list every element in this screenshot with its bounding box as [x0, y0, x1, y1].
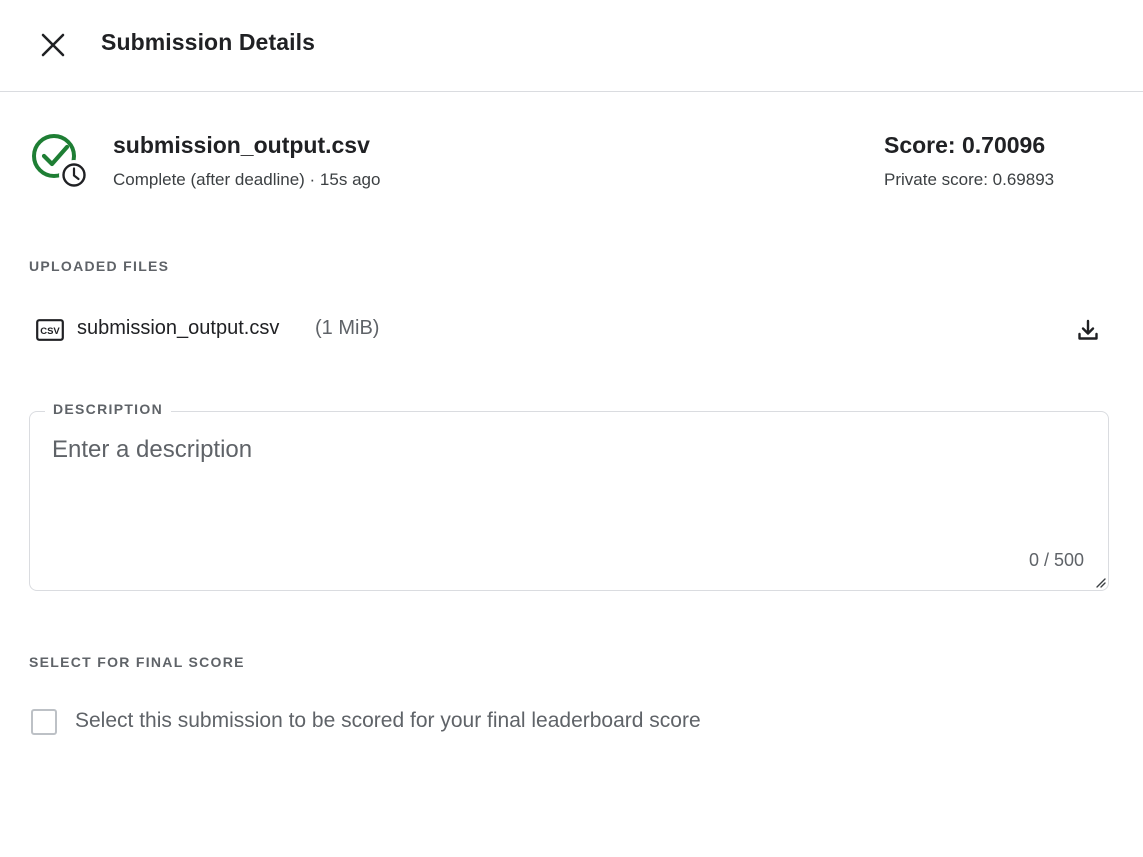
uploaded-files-label: UPLOADED FILES [29, 258, 170, 274]
public-score: Score: 0.70096 [884, 132, 1046, 158]
uploaded-file-row: CSV submission_output.csv (1 MiB) [36, 314, 1106, 346]
dialog-title: Submission Details [101, 29, 315, 55]
private-score: Private score: 0.69893 [884, 170, 1055, 189]
submission-status-text: Complete (after deadline) · 15s ago [113, 170, 381, 189]
final-score-label: SELECT FOR FINAL SCORE [29, 654, 245, 670]
final-score-checkbox[interactable] [31, 709, 57, 735]
uploaded-file-name[interactable]: submission_output.csv [77, 317, 279, 340]
download-button[interactable] [1075, 317, 1101, 343]
description-char-count: 0 / 500 [1028, 550, 1084, 570]
download-icon [1078, 319, 1098, 340]
description-input[interactable] [52, 436, 1082, 536]
submission-file-name: submission_output.csv [113, 132, 370, 158]
svg-text:CSV: CSV [40, 326, 60, 337]
check-circle-with-clock-icon [32, 134, 89, 190]
dialog-header: Submission Details [0, 0, 1143, 92]
csv-file-icon: CSV [36, 319, 64, 341]
close-icon [41, 33, 65, 57]
uploaded-file-size: (1 MiB) [315, 317, 380, 339]
description-label: DESCRIPTION [45, 401, 171, 417]
resize-handle-icon[interactable] [1094, 576, 1106, 588]
final-score-checkbox-label[interactable]: Select this submission to be scored for … [75, 709, 701, 733]
close-button[interactable] [36, 28, 70, 62]
submission-status-icon [30, 131, 94, 191]
